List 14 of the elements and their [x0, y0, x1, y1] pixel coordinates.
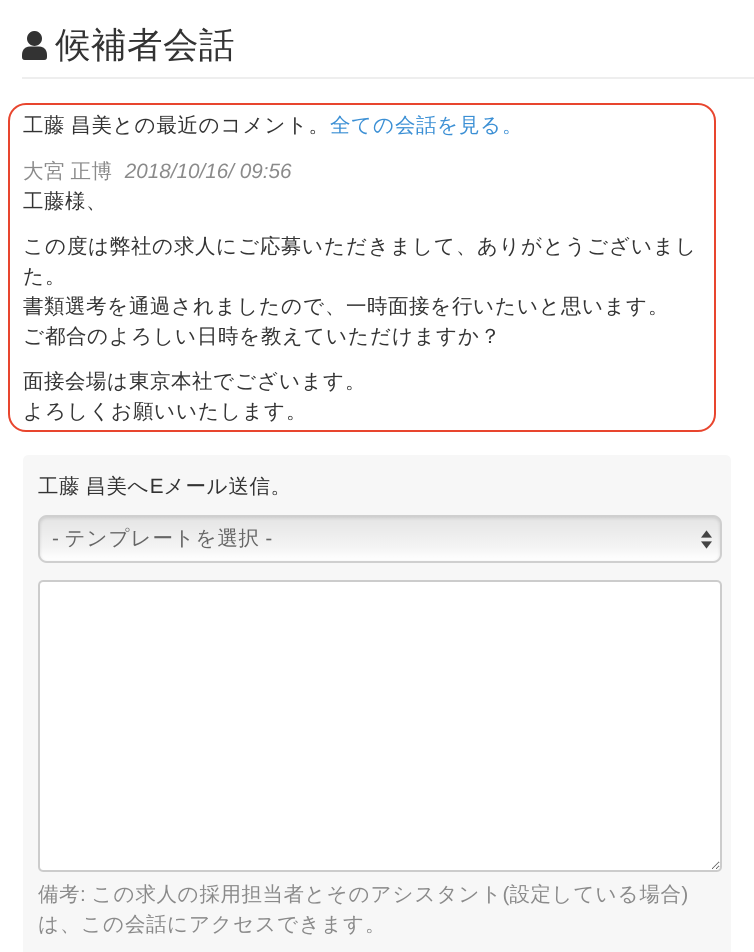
recent-comments-intro: 工藤 昌美との最近のコメント。	[23, 113, 330, 139]
email-form-label: 工藤 昌美へEメール送信。	[38, 474, 293, 500]
sort-arrows-icon	[701, 530, 712, 548]
template-select[interactable]: - テンプレートを選択 -	[38, 515, 722, 563]
page-title: 候補者会話	[55, 25, 235, 65]
message-paragraph: 工藤様、	[23, 189, 108, 215]
view-all-link[interactable]: 全ての会話を見る。	[330, 111, 523, 141]
message-paragraph: この度は弊社の求人にご応募いただきまして、ありがとうございました。 書類選考を通過されましたので、一時面接を行いたいと思います。 ご都合のよろしい日時を教えていただけますか？	[23, 234, 698, 350]
user-icon	[22, 30, 47, 60]
comment-author: 大宮 正博	[23, 159, 113, 185]
access-note: 備考: この求人の採用担当者とそのアシスタント(設定している場合)は、この会話にアクセスできます。	[38, 882, 690, 938]
comment-timestamp: 2018/10/16/ 09:56	[124, 159, 292, 185]
message-paragraph: 面接会場は東京本社でございます。 よろしくお願いいたします。	[23, 369, 367, 425]
message-field[interactable]	[38, 580, 722, 872]
